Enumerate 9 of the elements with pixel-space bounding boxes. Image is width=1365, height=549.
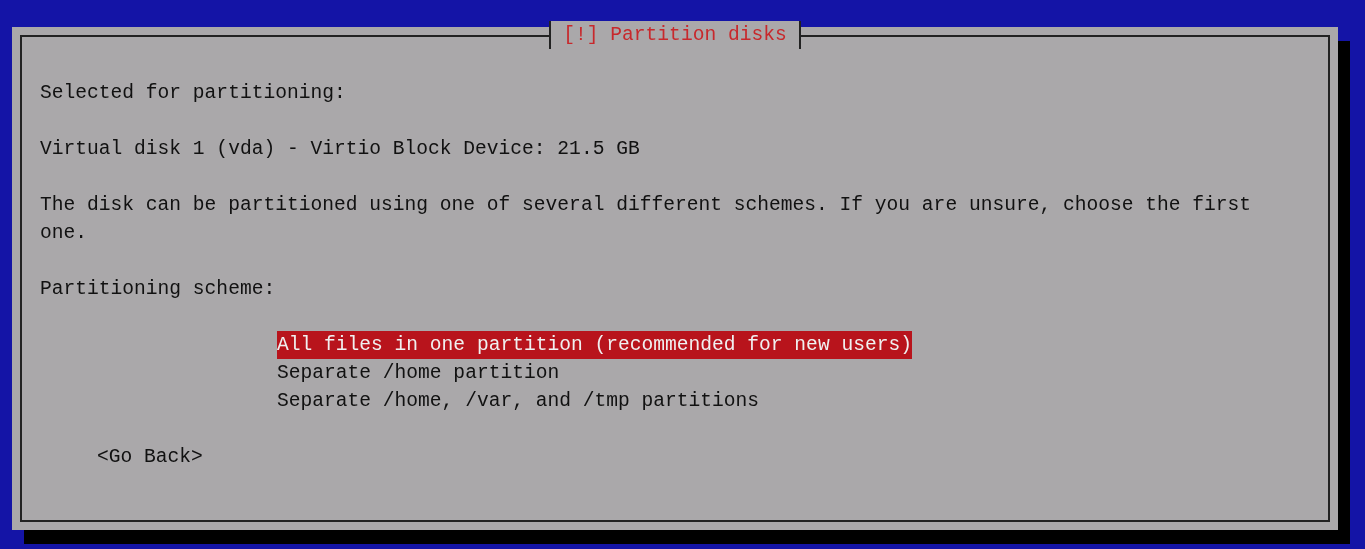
message-text: Selected for partitioning:	[40, 81, 347, 106]
prompt-label: Partitioning scheme:	[40, 277, 277, 302]
message-text: Virtual disk 1 (vda) - Virtio Block Device: 21.5 GB	[40, 137, 641, 162]
menu-option[interactable]: Separate /home, /var, and /tmp partitions	[277, 387, 760, 415]
dialog-title: [!] Partition disks	[549, 21, 801, 49]
menu-option[interactable]: Separate /home partition	[277, 359, 560, 387]
message-text: The disk can be partitioned using one of several different schemes. If you are unsure, choose the first one.	[40, 193, 1253, 246]
go-back-button[interactable]: <Go Back>	[97, 443, 203, 471]
menu-option[interactable]: All files in one partition (recommended for new users)	[277, 331, 912, 359]
